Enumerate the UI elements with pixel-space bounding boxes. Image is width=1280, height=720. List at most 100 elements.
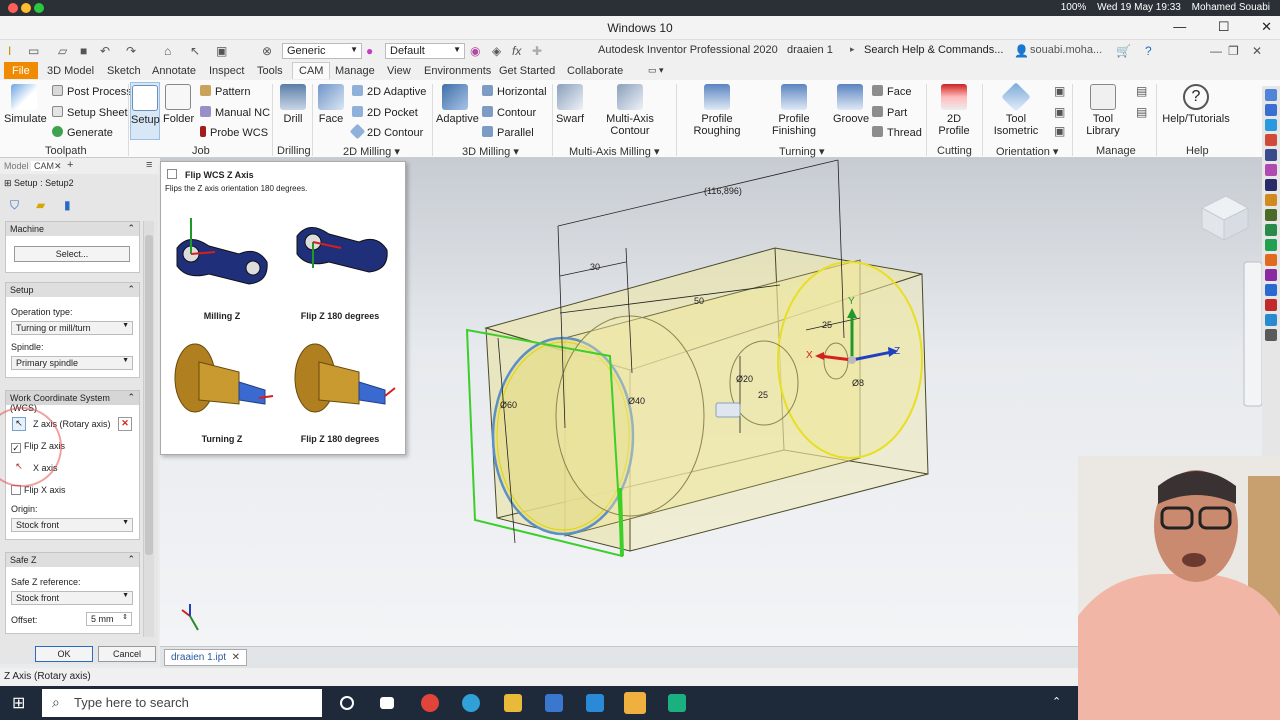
chrome-icon[interactable]: [421, 694, 439, 712]
setup-button[interactable]: Setup: [130, 82, 160, 140]
multi-axis-contour-button[interactable]: Multi-Axis Contour: [588, 84, 672, 137]
swarf-button[interactable]: Swarf: [555, 84, 585, 125]
tab-tools[interactable]: Tools: [253, 64, 287, 78]
simulate-button[interactable]: Simulate: [4, 84, 47, 125]
adaptive-button[interactable]: Adaptive: [436, 84, 479, 125]
material-combo[interactable]: Generic ▼: [282, 43, 362, 59]
menubar-user[interactable]: Mohamed Souabi: [1192, 2, 1270, 13]
redo-icon[interactable]: ↷: [126, 44, 136, 58]
save-icon[interactable]: ■: [80, 44, 87, 58]
groove-button[interactable]: Groove: [833, 84, 869, 125]
select-icon[interactable]: ↖: [190, 44, 200, 58]
appearance-combo[interactable]: Default ▼: [385, 43, 465, 59]
add-icon[interactable]: ✚: [532, 44, 542, 58]
tool-library-button[interactable]: Tool Library: [1076, 84, 1130, 137]
windows-start-icon[interactable]: ⊞: [12, 693, 25, 713]
z-axis-pick-button[interactable]: ↖: [12, 417, 26, 431]
group-orientation[interactable]: Orientation ▾: [996, 145, 1058, 158]
2d-profile-button[interactable]: 2D Profile: [930, 84, 978, 137]
panel-scrollbar[interactable]: [143, 221, 154, 637]
mini-toolbar-icon[interactable]: [715, 402, 741, 418]
inventor-taskbar-icon[interactable]: [624, 692, 646, 714]
tab-model-browser[interactable]: Model: [4, 161, 29, 171]
collapse-icon[interactable]: ⌃: [127, 554, 135, 565]
undo-icon[interactable]: ↶: [100, 44, 110, 58]
dock-app-icon[interactable]: [1265, 254, 1277, 266]
tab-annotate[interactable]: Annotate: [148, 64, 200, 78]
2d-adaptive-button[interactable]: 2D Adaptive: [352, 85, 426, 98]
part-button[interactable]: Part: [872, 106, 907, 119]
collapse-icon[interactable]: ⌃: [127, 284, 135, 295]
autocad-icon[interactable]: [668, 694, 686, 712]
post-tab-icon[interactable]: ▮: [64, 198, 71, 212]
view-cube[interactable]: [1200, 195, 1250, 241]
appearance-icon[interactable]: ●: [366, 44, 373, 58]
clear-selection-icon[interactable]: ✕: [118, 417, 132, 431]
flip-z-checkbox[interactable]: ✓ Flip Z axis: [11, 441, 65, 453]
template-icon[interactable]: ▤: [1136, 84, 1147, 98]
close-button[interactable]: ✕: [1261, 19, 1272, 34]
machine-header[interactable]: Machine ⌃: [6, 222, 139, 236]
store-icon[interactable]: [545, 694, 563, 712]
dock-app-icon[interactable]: [1265, 134, 1277, 146]
probe-wcs-button[interactable]: Probe WCS: [200, 126, 268, 139]
thread-button[interactable]: Thread: [872, 126, 922, 139]
dock-app-icon[interactable]: [1265, 284, 1277, 296]
minimize-button[interactable]: —: [1173, 19, 1186, 34]
spinner-icon[interactable]: ⇕: [122, 613, 128, 621]
group-2d-milling[interactable]: 2D Milling ▾: [343, 145, 400, 158]
panel-menu-icon[interactable]: ≡: [146, 159, 152, 171]
x-axis-pick-button[interactable]: ↖: [12, 461, 26, 475]
parameters-icon[interactable]: fx: [512, 44, 521, 58]
group-multi-axis-milling[interactable]: Multi-Axis Milling ▾: [569, 145, 659, 158]
origin-select[interactable]: Stock front ▼: [11, 518, 133, 532]
measure-icon[interactable]: ⊗: [262, 44, 272, 58]
help-search-input[interactable]: Search Help & Commands...: [860, 43, 1010, 59]
parallel-button[interactable]: Parallel: [482, 126, 534, 139]
dock-app-icon[interactable]: [1265, 299, 1277, 311]
dock-app-icon[interactable]: [1265, 194, 1277, 206]
2d-contour-button[interactable]: 2D Contour: [349, 123, 423, 140]
pattern-button[interactable]: Pattern: [200, 85, 250, 98]
tab-manage[interactable]: Manage: [331, 64, 379, 78]
drill-button[interactable]: Drill: [278, 84, 308, 125]
tab-file[interactable]: File: [4, 62, 38, 79]
dock-app-icon[interactable]: [1265, 119, 1277, 131]
update-icon[interactable]: ▣: [216, 44, 227, 58]
safe-z-reference-select[interactable]: Stock front ▼: [11, 591, 133, 605]
select-machine-button[interactable]: Select...: [14, 246, 130, 262]
dock-app-icon[interactable]: [1265, 104, 1277, 116]
setup-header[interactable]: Setup ⌃: [6, 283, 139, 297]
wcs-header[interactable]: Work Coordinate System (WCS) ⌃: [6, 391, 139, 413]
dock-app-icon[interactable]: [1265, 89, 1277, 101]
dock-app-icon[interactable]: [1265, 329, 1277, 341]
ok-button[interactable]: OK: [35, 646, 93, 662]
close-tab-icon[interactable]: ✕: [54, 161, 62, 172]
tab-get-started[interactable]: Get Started: [495, 64, 559, 78]
edge-icon[interactable]: [462, 694, 480, 712]
help-tutorials-button[interactable]: ? Help/Tutorials: [1162, 84, 1230, 125]
generate-button[interactable]: Generate: [52, 126, 113, 139]
profile-finishing-button[interactable]: Profile Finishing: [758, 84, 830, 137]
dock-app-icon[interactable]: [1265, 179, 1277, 191]
inventor-logo-icon[interactable]: I: [8, 44, 11, 58]
collapse-icon[interactable]: ⌃: [127, 223, 135, 234]
close-doc-icon[interactable]: ✕: [232, 652, 240, 663]
horizontal-button[interactable]: Horizontal: [482, 85, 547, 98]
view-top-icon[interactable]: ▣: [1054, 84, 1065, 98]
doc-minimize-icon[interactable]: —: [1210, 44, 1222, 58]
flip-x-checkbox[interactable]: Flip X axis: [11, 485, 66, 495]
tab-collaborate[interactable]: Collaborate: [563, 64, 627, 78]
tray-chevron-icon[interactable]: ⌃: [1052, 695, 1061, 708]
new-icon[interactable]: ▭: [28, 44, 39, 58]
mail-icon[interactable]: [586, 694, 604, 712]
folder-button[interactable]: Folder: [163, 84, 194, 125]
battery-status[interactable]: 100%: [1061, 2, 1087, 13]
doc-close-icon[interactable]: ✕: [1252, 44, 1262, 58]
dock-app-icon[interactable]: [1265, 149, 1277, 161]
tab-cam[interactable]: CAM: [292, 62, 331, 79]
turn-face-button[interactable]: Face: [872, 85, 911, 98]
dock-app-icon[interactable]: [1265, 239, 1277, 251]
view-side-icon[interactable]: ▣: [1054, 105, 1065, 119]
doc-tab-draaien[interactable]: draaien 1.ipt ✕: [164, 649, 247, 666]
